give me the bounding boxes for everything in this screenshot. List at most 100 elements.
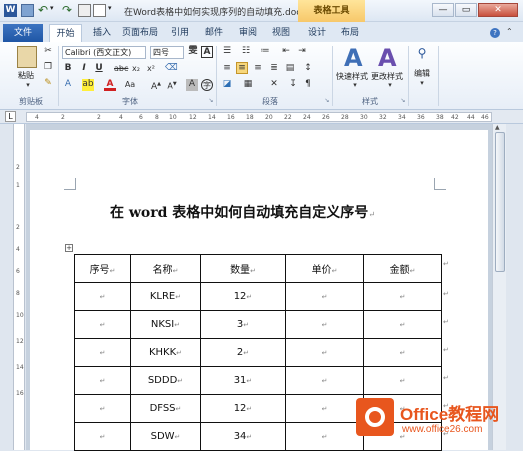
font-name-select[interactable]: Calibri (西文正文): [62, 46, 146, 59]
shading-icon[interactable]: ◪: [221, 79, 233, 91]
character-border-icon[interactable]: A: [201, 46, 213, 58]
tab-layout[interactable]: 布局: [336, 24, 364, 42]
save-icon[interactable]: [21, 4, 34, 17]
multilevel-list-icon[interactable]: ≔: [259, 46, 271, 58]
grow-font-icon[interactable]: A▲: [150, 79, 162, 92]
font-color-icon[interactable]: A: [104, 79, 116, 91]
align-right-icon[interactable]: ≡: [252, 63, 264, 75]
chevron-down-icon[interactable]: ▾: [349, 80, 361, 92]
bold-icon[interactable]: B: [62, 63, 74, 75]
align-center-icon[interactable]: ≡: [236, 62, 248, 74]
text-effects-icon[interactable]: A: [62, 79, 74, 91]
format-painter-icon[interactable]: ✎: [42, 78, 54, 90]
table-cell[interactable]: ↵: [363, 282, 442, 311]
tab-home[interactable]: 开始: [49, 24, 82, 42]
sort-icon[interactable]: ↧: [287, 79, 299, 91]
table-cell[interactable]: 12↵: [200, 282, 286, 311]
table-cell[interactable]: 34↵: [200, 422, 286, 451]
maximize-button[interactable]: ▭: [455, 3, 477, 17]
tab-view[interactable]: 视图: [267, 24, 295, 42]
highlight-icon[interactable]: ab: [82, 79, 94, 91]
table-cell[interactable]: SDW↵: [130, 422, 201, 451]
table-cell[interactable]: ↵: [285, 282, 364, 311]
scrollbar-thumb[interactable]: [495, 132, 505, 272]
justify-icon[interactable]: ≣: [268, 63, 280, 75]
table-cell[interactable]: 2↵: [200, 338, 286, 367]
vertical-ruler[interactable]: 2 1 2 4 6 8 10 12 14 16: [13, 124, 25, 450]
tab-references[interactable]: 引用: [166, 24, 194, 42]
tab-mailings[interactable]: 邮件: [200, 24, 228, 42]
superscript-icon[interactable]: x²: [145, 63, 157, 75]
table-header-cell[interactable]: 序号↵: [74, 254, 131, 283]
tab-file[interactable]: 文件: [3, 24, 43, 42]
cut-icon[interactable]: ✂: [42, 46, 54, 58]
borders-icon[interactable]: ▦: [242, 79, 254, 91]
table-move-handle-icon[interactable]: +: [65, 244, 73, 252]
table-cell[interactable]: 12↵: [200, 394, 286, 423]
chevron-down-icon[interactable]: ▾: [384, 80, 396, 92]
decrease-indent-icon[interactable]: ⇤: [280, 46, 292, 58]
italic-icon[interactable]: I: [78, 63, 90, 75]
horizontal-ruler[interactable]: L 4 2 2 4 6 8 10 12 14 16 18 20 22 24 26…: [0, 110, 523, 124]
chevron-down-icon[interactable]: ▾: [416, 78, 428, 90]
table-cell[interactable]: ↵: [74, 310, 131, 339]
shrink-font-icon[interactable]: A▼: [166, 79, 178, 91]
table-cell[interactable]: ↵: [285, 422, 364, 451]
table-cell[interactable]: ↵: [74, 282, 131, 311]
table-cell[interactable]: 31↵: [200, 366, 286, 395]
table-cell[interactable]: 3↵: [200, 310, 286, 339]
change-case-icon[interactable]: Aa: [124, 79, 136, 91]
change-styles-icon[interactable]: A: [378, 46, 397, 70]
print-preview-icon[interactable]: [93, 4, 106, 17]
line-spacing-icon[interactable]: ↕: [302, 63, 314, 75]
help-icon[interactable]: ?: [490, 28, 500, 38]
table-cell[interactable]: NKSI↵: [130, 310, 201, 339]
enclose-characters-icon[interactable]: 字: [201, 79, 213, 91]
distributed-icon[interactable]: ▤: [284, 63, 296, 75]
chevron-up-icon[interactable]: ⌃: [506, 27, 513, 36]
undo-dropdown-icon[interactable]: ▾: [50, 4, 57, 17]
table-cell[interactable]: ↵: [285, 310, 364, 339]
character-shading-icon[interactable]: A: [186, 79, 198, 91]
align-left-icon[interactable]: ≡: [221, 63, 233, 75]
strikethrough-icon[interactable]: abc: [114, 63, 128, 75]
print-icon[interactable]: [78, 4, 91, 17]
table-cell[interactable]: ↵: [285, 394, 364, 423]
paste-icon[interactable]: [17, 46, 37, 68]
table-cell[interactable]: ↵: [363, 310, 442, 339]
tab-insert[interactable]: 插入: [86, 24, 118, 42]
table-cell[interactable]: ↵: [285, 366, 364, 395]
close-button[interactable]: ✕: [478, 3, 518, 17]
font-size-select[interactable]: 四号: [150, 46, 184, 59]
underline-icon[interactable]: U: [93, 63, 105, 75]
table-cell[interactable]: KLRE↵: [130, 282, 201, 311]
clear-formatting-icon[interactable]: ⌫: [165, 63, 178, 75]
copy-icon[interactable]: ❐: [42, 62, 54, 74]
table-cell[interactable]: DFSS↵: [130, 394, 201, 423]
word-app-icon[interactable]: W: [4, 4, 17, 17]
table-cell[interactable]: ↵: [74, 338, 131, 367]
numbering-icon[interactable]: ☷: [240, 46, 252, 58]
subscript-icon[interactable]: x₂: [130, 63, 142, 75]
binoculars-icon[interactable]: ⚲: [414, 47, 430, 64]
table-header-cell[interactable]: 金额↵: [363, 254, 442, 283]
minimize-button[interactable]: —: [432, 3, 454, 17]
document-heading[interactable]: 在 word 表格中如何自动填充自定义序号↵: [110, 202, 410, 222]
phonetic-guide-icon[interactable]: 雯: [187, 46, 199, 58]
table-cell[interactable]: ↵: [74, 394, 131, 423]
redo-icon[interactable]: ↷: [62, 4, 75, 17]
table-cell[interactable]: KHKK↵: [130, 338, 201, 367]
scroll-up-icon[interactable]: ▲: [495, 124, 500, 131]
bullets-icon[interactable]: ☰: [221, 46, 233, 58]
table-cell[interactable]: ↵: [363, 338, 442, 367]
table-cell[interactable]: ↵: [74, 366, 131, 395]
table-cell[interactable]: ↵: [363, 366, 442, 395]
tab-review[interactable]: 审阅: [234, 24, 262, 42]
show-formatting-icon[interactable]: ¶: [302, 79, 314, 91]
table-cell[interactable]: ↵: [285, 338, 364, 367]
customize-qat-icon[interactable]: ▾: [108, 4, 116, 17]
chinese-layout-icon[interactable]: ✕: [268, 79, 280, 91]
table-header-cell[interactable]: 单价↵: [285, 254, 364, 283]
table-cell[interactable]: ↵: [74, 422, 131, 451]
table-header-cell[interactable]: 名称↵: [130, 254, 201, 283]
